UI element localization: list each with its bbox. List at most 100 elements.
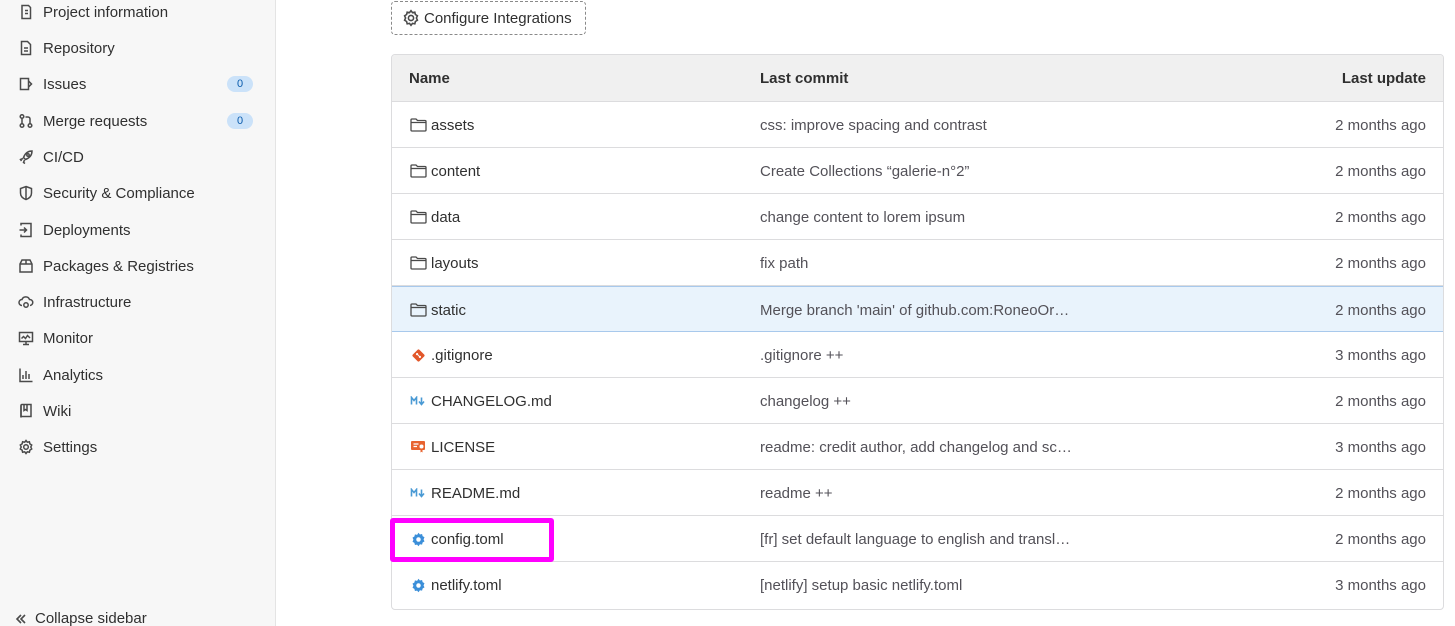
- last-update-time: 2 months ago: [1335, 163, 1426, 180]
- shield-icon: [17, 184, 35, 202]
- file-name-link[interactable]: .gitignore: [431, 347, 493, 364]
- last-update-time: 3 months ago: [1335, 347, 1426, 364]
- last-update-time: 2 months ago: [1335, 393, 1426, 410]
- commit-message-link[interactable]: change content to lorem ipsum: [760, 209, 1080, 226]
- sidebar-item-infrastructure[interactable]: Infrastructure: [0, 284, 275, 320]
- last-update-time: 2 months ago: [1335, 209, 1426, 226]
- commit-message-link[interactable]: [fr] set default language to english and…: [760, 531, 1080, 548]
- file-name-link[interactable]: LICENSE: [431, 439, 495, 456]
- sidebar: Project information Repository Issues 0 …: [0, 0, 276, 626]
- chart-icon: [17, 366, 35, 384]
- cloud-gear-icon: [17, 293, 35, 311]
- sidebar-item-deployments[interactable]: Deployments: [0, 212, 275, 248]
- commit-message-link[interactable]: readme ++: [760, 485, 1080, 502]
- merge-requests-count-badge: 0: [227, 113, 253, 129]
- issues-count-badge: 0: [227, 76, 253, 92]
- file-name-link[interactable]: CHANGELOG.md: [431, 393, 552, 410]
- double-chevron-left-icon: [15, 613, 26, 624]
- markdown-icon: [409, 392, 427, 410]
- folder-icon: [409, 254, 427, 272]
- table-row-content[interactable]: content Create Collections “galerie-n°2”…: [392, 148, 1443, 194]
- monitor-icon: [17, 329, 35, 347]
- sidebar-item-label: Merge requests: [43, 112, 148, 130]
- sidebar-item-label: CI/CD: [43, 148, 84, 166]
- last-update-time: 2 months ago: [1335, 117, 1426, 134]
- document-icon: [17, 39, 35, 57]
- book-icon: [17, 402, 35, 420]
- commit-message-link[interactable]: readme: credit author, add changelog and…: [760, 439, 1080, 456]
- commit-message-link[interactable]: css: improve spacing and contrast: [760, 117, 1080, 134]
- table-row-data[interactable]: data change content to lorem ipsum 2 mon…: [392, 194, 1443, 240]
- table-row-assets[interactable]: assets css: improve spacing and contrast…: [392, 102, 1443, 148]
- sidebar-item-label: Repository: [43, 39, 115, 57]
- last-update-time: 3 months ago: [1335, 577, 1426, 594]
- table-row-gitignore[interactable]: .gitignore .gitignore ++ 3 months ago: [392, 332, 1443, 378]
- commit-message-link[interactable]: fix path: [760, 255, 1080, 272]
- last-update-time: 2 months ago: [1335, 485, 1426, 502]
- table-row-changelog[interactable]: CHANGELOG.md changelog ++ 2 months ago: [392, 378, 1443, 424]
- sidebar-item-label: Deployments: [43, 221, 131, 239]
- folder-icon: [409, 162, 427, 180]
- sidebar-item-label: Wiki: [43, 402, 72, 420]
- sidebar-item-label: Infrastructure: [43, 293, 132, 311]
- sidebar-item-project-information[interactable]: Project information: [0, 0, 275, 30]
- folder-icon: [409, 301, 427, 319]
- deployments-icon: [17, 221, 35, 239]
- sidebar-item-issues[interactable]: Issues 0: [0, 66, 275, 102]
- gear-icon: [17, 438, 35, 456]
- column-header-name: Name: [409, 70, 450, 87]
- file-name-link[interactable]: assets: [431, 117, 474, 134]
- sidebar-item-ci-cd[interactable]: CI/CD: [0, 139, 275, 175]
- issues-icon: [17, 75, 35, 93]
- sidebar-item-label: Monitor: [43, 329, 94, 347]
- sidebar-item-label: Issues: [43, 75, 87, 93]
- commit-message-link[interactable]: .gitignore ++: [760, 347, 1080, 364]
- file-name-link[interactable]: netlify.toml: [431, 577, 502, 594]
- sidebar-item-label: Project information: [43, 3, 169, 21]
- file-name-link[interactable]: layouts: [431, 255, 479, 272]
- sidebar-item-settings[interactable]: Settings: [0, 429, 275, 465]
- folder-icon: [409, 116, 427, 134]
- sidebar-item-label: Settings: [43, 438, 98, 456]
- sidebar-item-packages-registries[interactable]: Packages & Registries: [0, 248, 275, 284]
- commit-message-link[interactable]: changelog ++: [760, 393, 1080, 410]
- sidebar-item-repository[interactable]: Repository: [0, 30, 275, 66]
- package-icon: [17, 257, 35, 275]
- file-tree-table: Name Last commit Last update assets css:…: [391, 54, 1444, 610]
- last-update-time: 3 months ago: [1335, 439, 1426, 456]
- table-row-readme[interactable]: README.md readme ++ 2 months ago: [392, 470, 1443, 516]
- last-update-time: 2 months ago: [1335, 531, 1426, 548]
- file-name-link[interactable]: config.toml: [431, 531, 504, 548]
- sidebar-item-analytics[interactable]: Analytics: [0, 357, 275, 393]
- merge-request-icon: [17, 112, 35, 130]
- file-name-link[interactable]: data: [431, 209, 460, 226]
- sidebar-item-security-compliance[interactable]: Security & Compliance: [0, 175, 275, 211]
- sidebar-item-label: Packages & Registries: [43, 257, 194, 275]
- commit-message-link[interactable]: Create Collections “galerie-n°2”: [760, 163, 1080, 180]
- certificate-icon: [409, 438, 427, 456]
- rocket-icon: [17, 148, 35, 166]
- file-name-link[interactable]: static: [431, 302, 466, 319]
- commit-message-link[interactable]: Merge branch 'main' of github.com:RoneoO…: [760, 302, 1080, 319]
- table-row-static[interactable]: static Merge branch 'main' of github.com…: [392, 286, 1443, 332]
- table-row-config-toml[interactable]: config.toml [fr] set default language to…: [392, 516, 1443, 562]
- table-row-layouts[interactable]: layouts fix path 2 months ago: [392, 240, 1443, 286]
- sidebar-item-label: Security & Compliance: [43, 184, 195, 202]
- collapse-sidebar-button[interactable]: Collapse sidebar: [14, 610, 147, 626]
- column-header-last-update: Last update: [1341, 70, 1426, 87]
- commit-message-link[interactable]: [netlify] setup basic netlify.toml: [760, 577, 1080, 594]
- sidebar-item-merge-requests[interactable]: Merge requests 0: [0, 103, 275, 139]
- sidebar-item-monitor[interactable]: Monitor: [0, 320, 275, 356]
- configure-integrations-button[interactable]: Configure Integrations: [391, 1, 586, 35]
- table-row-license[interactable]: LICENSE readme: credit author, add chang…: [392, 424, 1443, 470]
- sidebar-item-wiki[interactable]: Wiki: [0, 393, 275, 429]
- last-update-time: 2 months ago: [1335, 255, 1426, 272]
- file-name-link[interactable]: README.md: [431, 485, 520, 502]
- project-info-icon: [17, 3, 35, 21]
- file-name-link[interactable]: content: [431, 163, 480, 180]
- table-row-netlify-toml[interactable]: netlify.toml [netlify] setup basic netli…: [392, 562, 1443, 608]
- gear-icon: [403, 9, 419, 27]
- column-header-last-commit: Last commit: [760, 70, 849, 87]
- config-gear-icon: [409, 530, 427, 548]
- folder-icon: [409, 208, 427, 226]
